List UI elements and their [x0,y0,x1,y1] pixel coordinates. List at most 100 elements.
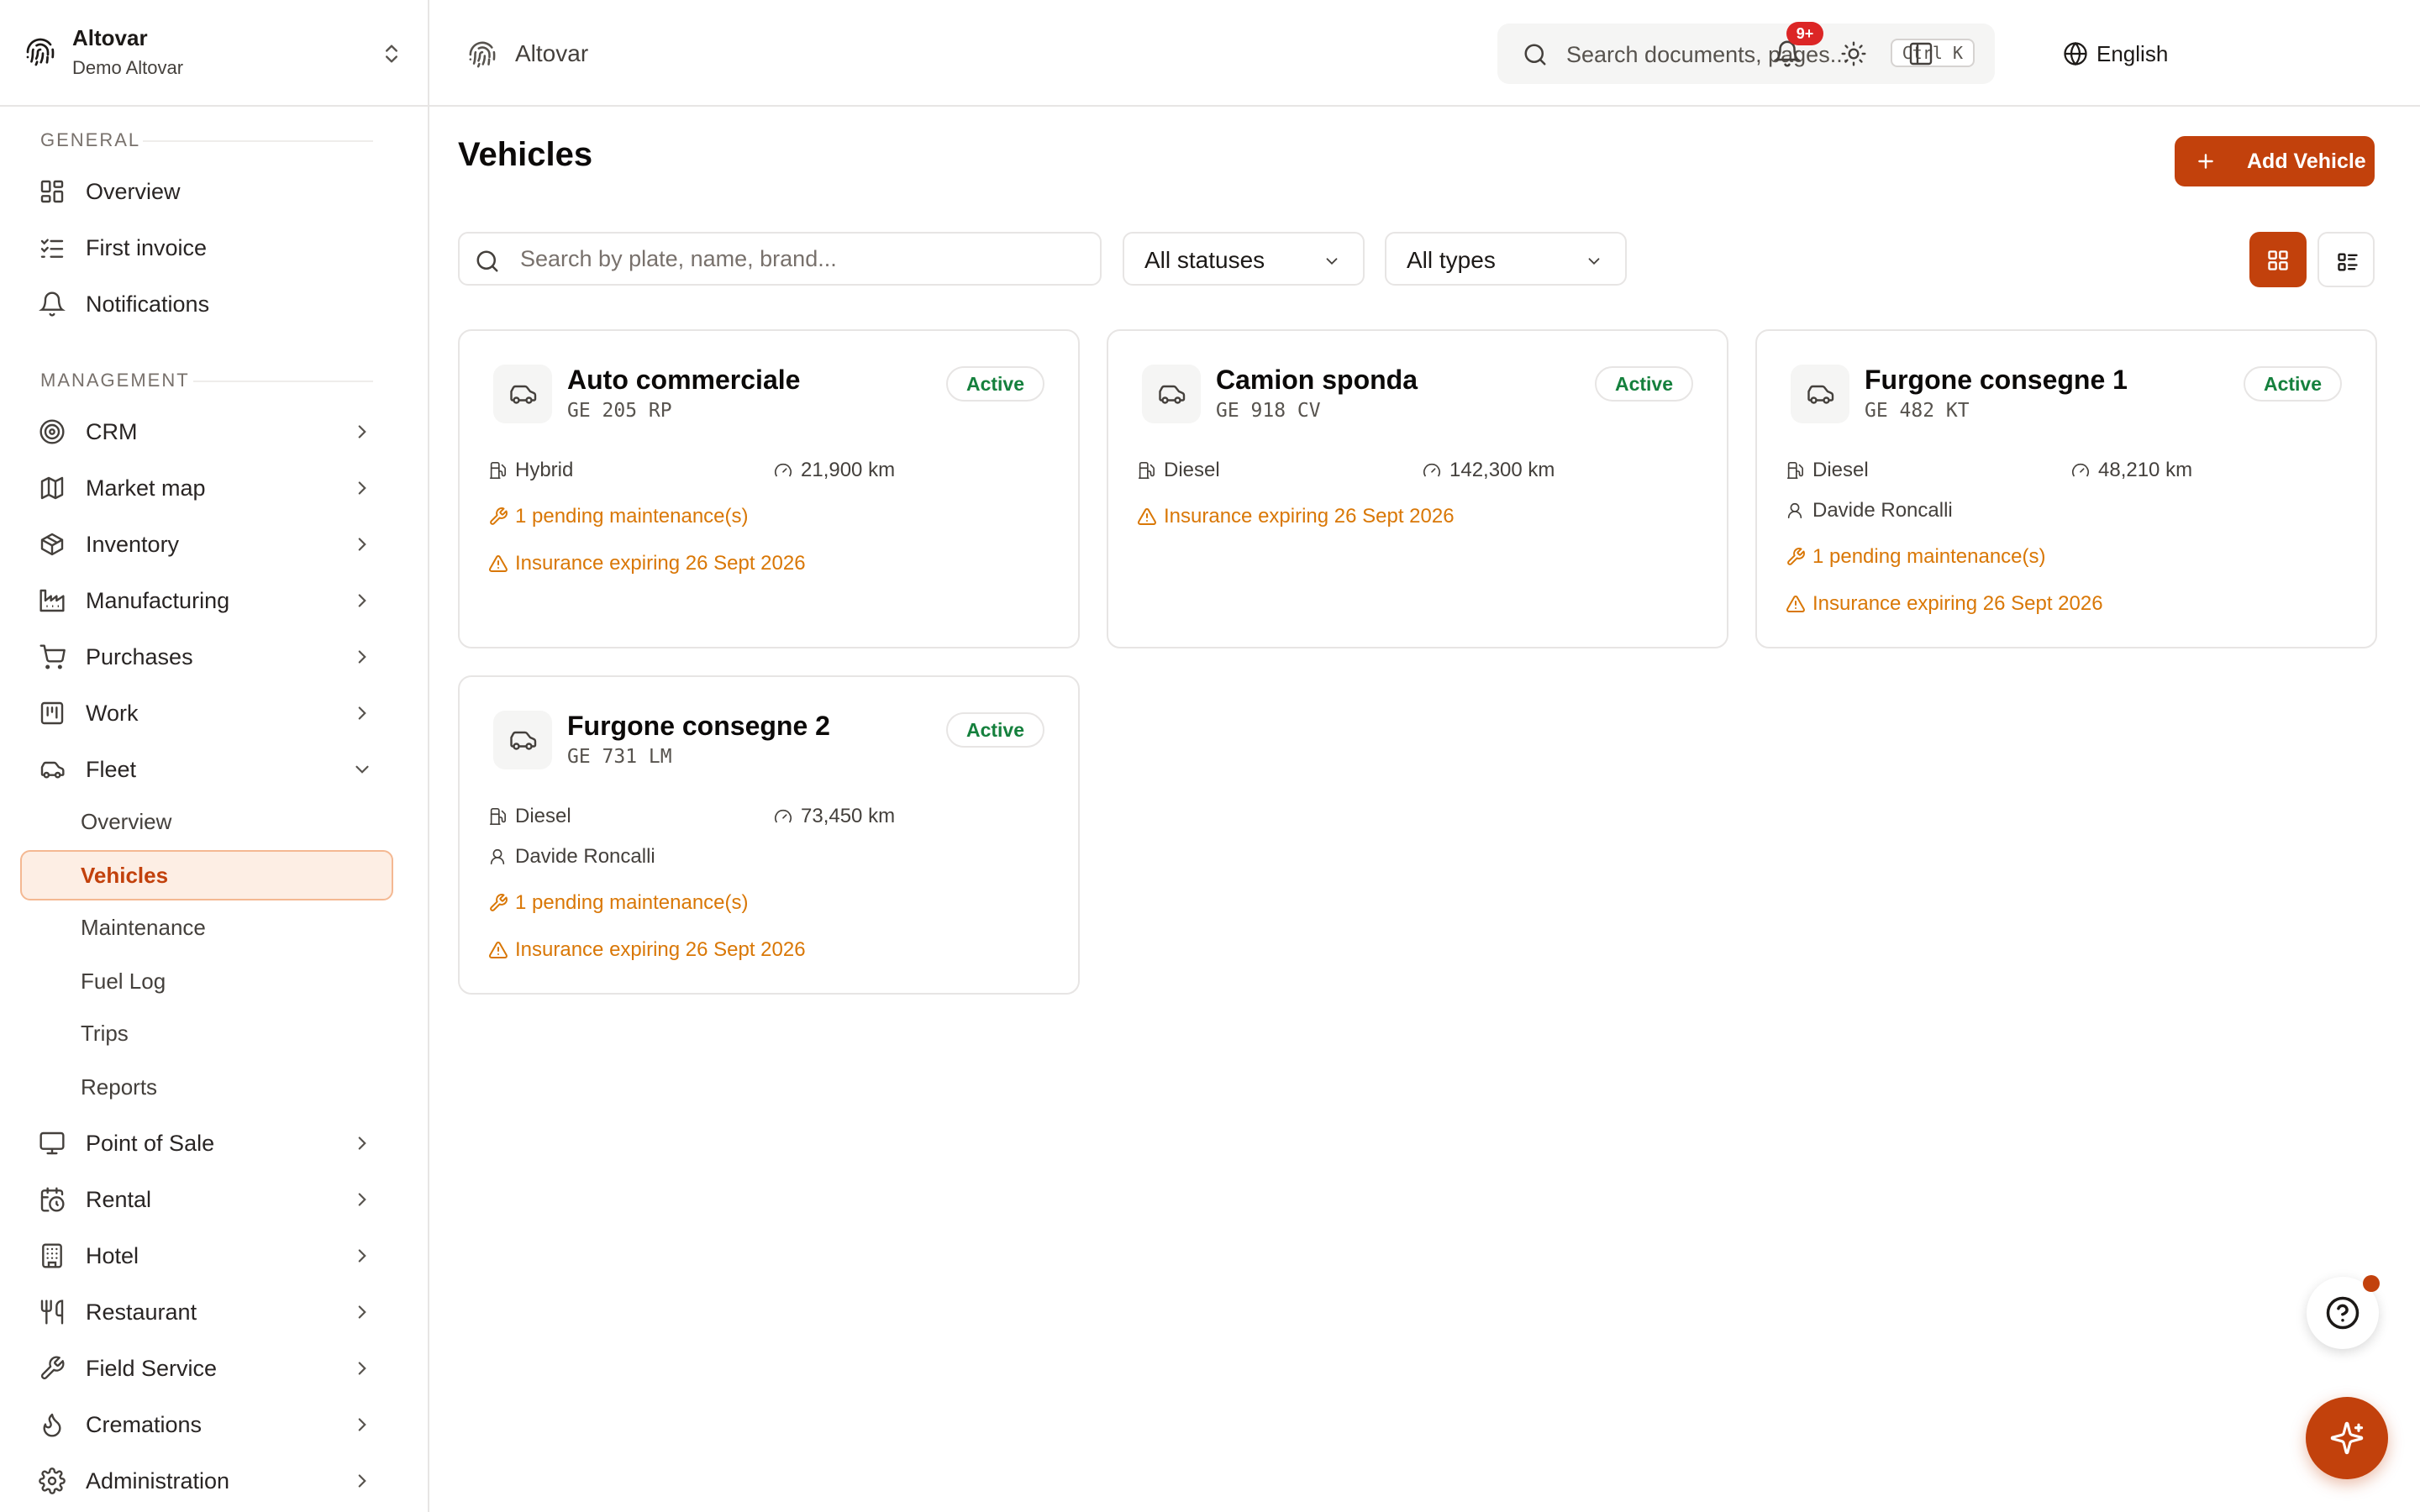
chevron-right-icon [358,1193,366,1206]
utensils-icon [40,1299,64,1325]
vehicle-fuel-label: Diesel [1812,459,1869,481]
chevron-right-icon [358,706,366,720]
chevron-right-icon [358,425,366,438]
maintenance-alert: 1 pending maintenance(s) [488,505,749,528]
sidebar-item-label: CRM [86,418,138,444]
search-placeholder: Search documents, pages... [1566,42,1849,67]
sidebar-item-market-map[interactable]: Market map [25,465,387,512]
vehicle-fuel: Diesel [488,805,571,828]
status-filter-select[interactable]: All statuses [1123,232,1365,286]
sidebar-item-label: Fleet [86,756,137,782]
vehicle-mileage-label: 142,300 km [1449,459,1555,481]
sidebar-item-label: Overview [86,178,181,204]
grid-icon [2268,250,2288,270]
vehicle-search-input[interactable]: Search by plate, name, brand... [458,232,1102,286]
wrench-icon [490,507,508,525]
chevron-right-icon [358,1418,366,1431]
workspace-name: Altovar [72,25,148,50]
sidebar-subitem-trips[interactable]: Trips [20,1008,393,1058]
warning-triangle-icon [1786,596,1805,612]
sidebar-subitem-label: Vehicles [81,862,169,888]
sidebar-subitem-fleet-overview[interactable]: Overview [20,796,393,847]
vehicle-fuel: Hybrid [488,459,573,482]
vehicle-fuel: Diesel [1137,459,1220,482]
gauge-icon [2072,463,2089,477]
search-icon [476,250,498,272]
globe-icon [2064,41,2087,66]
vehicle-name: Camion sponda [1216,365,1418,395]
theme-toggle-sun-icon[interactable] [1840,40,1867,67]
vehicle-search-placeholder: Search by plate, name, brand... [520,246,837,271]
sidebar-item-administration[interactable]: Administration [25,1457,387,1504]
insurance-alert: Insurance expiring 26 Sept 2026 [1137,505,1455,528]
sidebar-item-point-of-sale[interactable]: Point of Sale [25,1120,387,1167]
sidebar-item-manufacturing[interactable]: Manufacturing [25,577,387,624]
sidebar-item-label: Field Service [86,1355,218,1381]
sidebar-item-overview[interactable]: Overview [25,168,387,215]
insurance-alert-text: Insurance expiring 26 Sept 2026 [1812,592,2103,615]
vehicle-mileage-label: 73,450 km [801,805,896,827]
vehicle-plate: GE 482 KT [1865,400,1970,422]
help-indicator-dot [2363,1275,2380,1292]
sidebar-item-label: Work [86,700,139,726]
insurance-alert-text: Insurance expiring 26 Sept 2026 [515,552,806,575]
sidebar-item-first-invoice[interactable]: First invoice [25,224,387,271]
sidebar-item-purchases[interactable]: Purchases [25,633,387,680]
sidebar-subitem-fuel-log[interactable]: Fuel Log [20,956,393,1006]
fuel-pump-icon [1786,462,1803,479]
section-label-management: MANAGEMENT [40,370,190,391]
list-view-button[interactable] [2317,232,2375,287]
sidebar: Altovar Demo Altovar GENERAL Overview Fi… [0,0,429,1512]
vehicle-card[interactable]: Furgone consegne 1 GE 482 KT Active Dies… [1755,329,2377,648]
vehicle-card[interactable]: Camion sponda GE 918 CV Active Diesel 14… [1107,329,1728,648]
divider [193,381,373,382]
language-selector[interactable]: English [2063,37,2168,71]
sidebar-item-notifications[interactable]: Notifications [25,281,387,328]
vehicle-mileage: 21,900 km [774,459,895,482]
fuel-pump-icon [489,462,506,479]
type-filter-select[interactable]: All types [1385,232,1627,286]
sidebar-item-hotel[interactable]: Hotel [25,1232,387,1279]
sidebar-item-restaurant[interactable]: Restaurant [25,1289,387,1336]
vehicle-card[interactable]: Furgone consegne 2 GE 731 LM Active Dies… [458,675,1080,995]
sidebar-subitem-vehicles[interactable]: Vehicles [20,850,393,900]
vehicle-name: Furgone consegne 1 [1865,365,2128,395]
sidebar-subitem-reports[interactable]: Reports [20,1062,393,1112]
sidebar-item-inventory[interactable]: Inventory [25,521,387,568]
grid-view-button[interactable] [2249,232,2307,287]
vehicle-fuel-label: Diesel [515,805,571,827]
divider [143,140,373,142]
list-icon [2338,253,2358,271]
ai-assistant-button[interactable] [2306,1397,2388,1479]
vehicle-card[interactable]: Auto commerciale GE 205 RP Active Hybrid… [458,329,1080,648]
target-icon [39,419,65,444]
fuel-pump-icon [1138,462,1155,479]
warning-triangle-icon [1137,508,1156,525]
sidebar-item-rental[interactable]: Rental [25,1176,387,1223]
workspace-switcher[interactable]: Altovar Demo Altovar [0,0,428,107]
sidebar-item-label: Cremations [86,1411,203,1437]
sidebar-item-label: Purchases [86,643,193,669]
chevron-right-icon [358,1362,366,1375]
sidebar-subitem-maintenance[interactable]: Maintenance [20,902,393,953]
sidebar-item-field-service[interactable]: Field Service [25,1345,387,1392]
status-badge: Active [945,712,1044,748]
chevron-right-icon [358,650,366,664]
maintenance-alert-text: 1 pending maintenance(s) [1812,545,2046,568]
sidebar-toggle-icon[interactable] [1907,40,1934,67]
wrench-icon [40,1356,65,1380]
sidebar-item-work[interactable]: Work [25,690,387,737]
car-icon [510,385,537,404]
sidebar-item-cremations[interactable]: Cremations [25,1401,387,1448]
sidebar-item-label: Notifications [86,291,210,317]
gauge-icon [775,809,792,823]
sidebar-item-label: Point of Sale [86,1130,215,1156]
sidebar-item-crm[interactable]: CRM [25,408,387,455]
gauge-icon [775,463,792,477]
add-vehicle-button[interactable]: Add Vehicle [2175,136,2375,186]
page-title: Vehicles [458,136,593,173]
sidebar-item-fleet[interactable]: Fleet [25,746,387,793]
flame-icon [43,1413,61,1437]
chevron-down-icon [1588,258,1600,265]
chevron-right-icon [358,538,366,551]
